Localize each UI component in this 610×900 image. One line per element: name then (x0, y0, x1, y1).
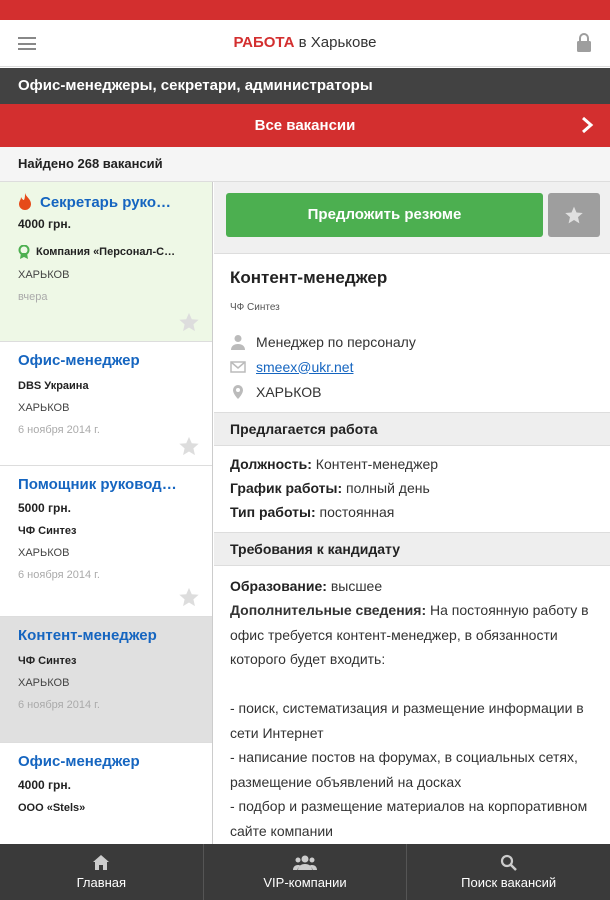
mail-icon (230, 360, 246, 373)
results-count: Найдено 268 вакансий (0, 147, 610, 182)
schedule-value: полный день (342, 480, 430, 496)
vacancy-city: ХАРЬКОВ (18, 269, 70, 281)
brand-accent: РАБОТА (233, 34, 295, 51)
education-label: Образование: (230, 578, 327, 594)
offer-details: Должность: Контент-менеджер График работ… (214, 446, 610, 524)
job-title: Контент-менеджер (230, 268, 388, 287)
offer-resume-button[interactable]: Предложить резюме (226, 193, 543, 237)
vacancy-company: ООО «Stels» (18, 802, 86, 814)
vacancy-title[interactable]: Секретарь руководителя (40, 194, 178, 211)
contact-person-row: Менеджер по персоналу (230, 329, 594, 354)
extra-info: Дополнительные сведения: На постоянную р… (214, 598, 610, 843)
search-icon (501, 854, 518, 871)
favorite-button[interactable] (548, 193, 600, 237)
nav-search[interactable]: Поиск вакансий (407, 844, 610, 900)
category-bar: Офис-менеджеры, секретари, администратор… (0, 68, 610, 104)
education-row: Образование: высшее (214, 574, 610, 598)
list-item[interactable]: Офис-менеджер DBS Украина ХАРЬКОВ 6 нояб… (0, 342, 212, 466)
bottom-nav: Главная VIP-компании Поиск вакансий (0, 844, 610, 900)
vacancy-company: DBS Украина (18, 380, 89, 392)
type-row: Тип работы: постоянная (214, 500, 610, 524)
vacancy-city: ХАРЬКОВ (18, 402, 70, 414)
position-label: Должность: (230, 456, 312, 472)
favorite-star-icon[interactable] (178, 435, 200, 457)
contact-block: Менеджер по персоналу smeex@ukr.net ХАРЬ… (214, 329, 610, 404)
vacancy-title[interactable]: Помощник руководителя (18, 476, 178, 496)
favorite-star-icon[interactable] (178, 586, 200, 608)
vacancy-company: ЧФ Синтез (18, 525, 77, 537)
star-icon (565, 206, 583, 224)
fire-icon (19, 193, 31, 210)
extra-label: Дополнительные сведения: (230, 602, 427, 618)
lock-icon[interactable] (576, 33, 592, 53)
education-value: высшее (326, 578, 383, 594)
vacancy-detail: Предложить резюме Контент-менеджер ЧФ Си… (214, 182, 610, 844)
vacancy-title[interactable]: Офис-менеджер (18, 753, 178, 773)
vacancy-title[interactable]: Офис-менеджер (18, 352, 178, 372)
city-row: ХАРЬКОВ (230, 379, 594, 404)
chevron-right-icon (582, 116, 594, 134)
schedule-label: График работы: (230, 480, 343, 496)
vacancy-salary: 5000 грн. (18, 501, 71, 515)
section-offer-header: Предлагается работа (214, 412, 610, 446)
person-icon (231, 334, 245, 350)
all-vacancies-button[interactable]: Все вакансии (0, 104, 610, 147)
nav-vip-label: VIP-компании (263, 875, 347, 890)
list-item[interactable]: Секретарь руководителя 4000 грн. Компани… (0, 182, 212, 342)
people-icon (293, 855, 317, 870)
job-header: Контент-менеджер ЧФ Синтез (214, 254, 610, 329)
nav-home[interactable]: Главная (0, 844, 204, 900)
vacancy-salary: 4000 грн. (18, 217, 71, 231)
status-bar (0, 0, 610, 20)
schedule-row: График работы: полный день (214, 476, 610, 500)
favorite-star-icon[interactable] (178, 311, 200, 333)
award-icon (18, 245, 30, 259)
action-bar: Предложить резюме (214, 182, 610, 254)
vacancy-city: ХАРЬКОВ (18, 677, 70, 689)
list-item[interactable]: Помощник руководителя 5000 грн. ЧФ Синте… (0, 466, 212, 617)
vacancy-salary: 4000 грн. (18, 778, 71, 792)
position-value: Контент-менеджер (311, 456, 439, 472)
list-item-selected[interactable]: Контент-менеджер ЧФ Синтез ХАРЬКОВ 6 ноя… (0, 617, 212, 743)
home-icon (93, 855, 110, 870)
type-value: постоянная (315, 504, 395, 520)
brand-rest: в Харькове (294, 34, 377, 51)
email-link[interactable]: smeex@ukr.net (256, 359, 353, 375)
job-company: ЧФ Синтез (230, 302, 280, 313)
vacancy-date: 6 ноября 2014 г. (18, 569, 100, 581)
location-pin-icon (233, 384, 243, 399)
nav-search-label: Поиск вакансий (461, 875, 557, 890)
vacancy-date: 6 ноября 2014 г. (18, 699, 100, 711)
app-title: РАБОТА в Харькове (0, 34, 610, 51)
list-item[interactable]: Офис-менеджер 4000 грн. ООО «Stels» (0, 743, 212, 844)
vacancy-company: ЧФ Синтез (18, 655, 77, 667)
vacancy-title[interactable]: Контент-менеджер (18, 627, 178, 647)
extra-value: На постоянную работу в офис требуется ко… (230, 602, 589, 839)
requirements-details: Образование: высшее Дополнительные сведе… (214, 566, 610, 843)
vacancy-city: ХАРЬКОВ (18, 547, 70, 559)
job-city: ХАРЬКОВ (256, 383, 322, 400)
all-vacancies-label: Все вакансии (254, 117, 356, 134)
vacancy-company: Компания «Персонал-Сервис» (36, 246, 178, 258)
vacancy-date: вчера (18, 291, 48, 303)
vacancy-list[interactable]: Секретарь руководителя 4000 грн. Компани… (0, 182, 213, 844)
position-row: Должность: Контент-менеджер (214, 452, 610, 476)
email-row: smeex@ukr.net (230, 354, 594, 379)
contact-person: Менеджер по персоналу (256, 333, 416, 350)
nav-vip[interactable]: VIP-компании (204, 844, 408, 900)
type-label: Тип работы: (230, 504, 316, 520)
app-bar: РАБОТА в Харькове (0, 20, 610, 67)
section-requirements-header: Требования к кандидату (214, 532, 610, 566)
nav-home-label: Главная (76, 875, 127, 890)
